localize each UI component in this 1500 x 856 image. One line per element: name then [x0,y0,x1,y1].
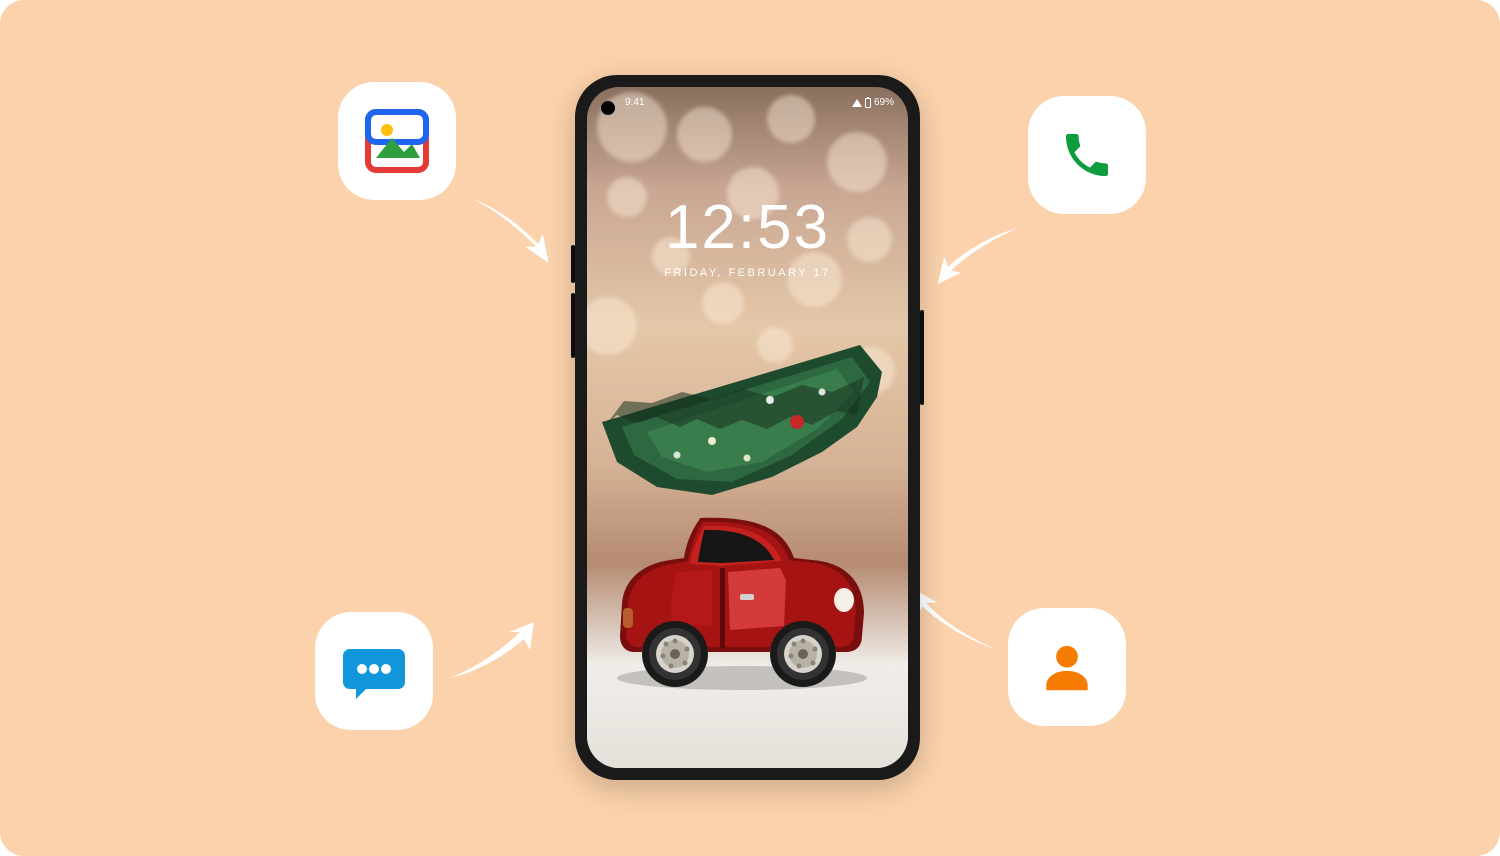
lock-time: 12:53 [587,192,908,263]
lock-date: FRIDAY, FEBRUARY 17 [587,267,908,279]
contacts-app-tile [1008,608,1126,726]
battery-text: 69% [874,97,894,108]
illustration-canvas: 9:41 69% 12:53 FRIDAY, FEBRUARY 17 [0,0,1500,856]
contacts-app-icon [1036,636,1098,698]
messages-app-icon [338,635,410,707]
arrow-icon [444,620,544,685]
volume-button [571,293,575,358]
wallpaper-car [612,508,877,693]
status-bar: 9:41 69% [587,97,908,108]
phone-app-tile [1028,96,1146,214]
wallpaper-tree [602,337,890,502]
status-time: 9:41 [601,97,644,108]
signal-icon [852,99,862,107]
phone-mockup: 9:41 69% 12:53 FRIDAY, FEBRUARY 17 [575,75,920,780]
messages-app-tile [315,612,433,730]
battery-icon [865,98,871,108]
photos-app-icon [362,106,432,176]
power-button [920,310,924,405]
lock-screen-clock: 12:53 FRIDAY, FEBRUARY 17 [587,192,908,279]
volume-button [571,245,575,283]
arrow-icon [465,194,560,266]
arrow-icon [930,225,1025,287]
phone-screen: 9:41 69% 12:53 FRIDAY, FEBRUARY 17 [587,87,908,768]
status-right: 69% [852,97,894,108]
photos-app-tile [338,82,456,200]
phone-app-icon [1059,127,1115,183]
